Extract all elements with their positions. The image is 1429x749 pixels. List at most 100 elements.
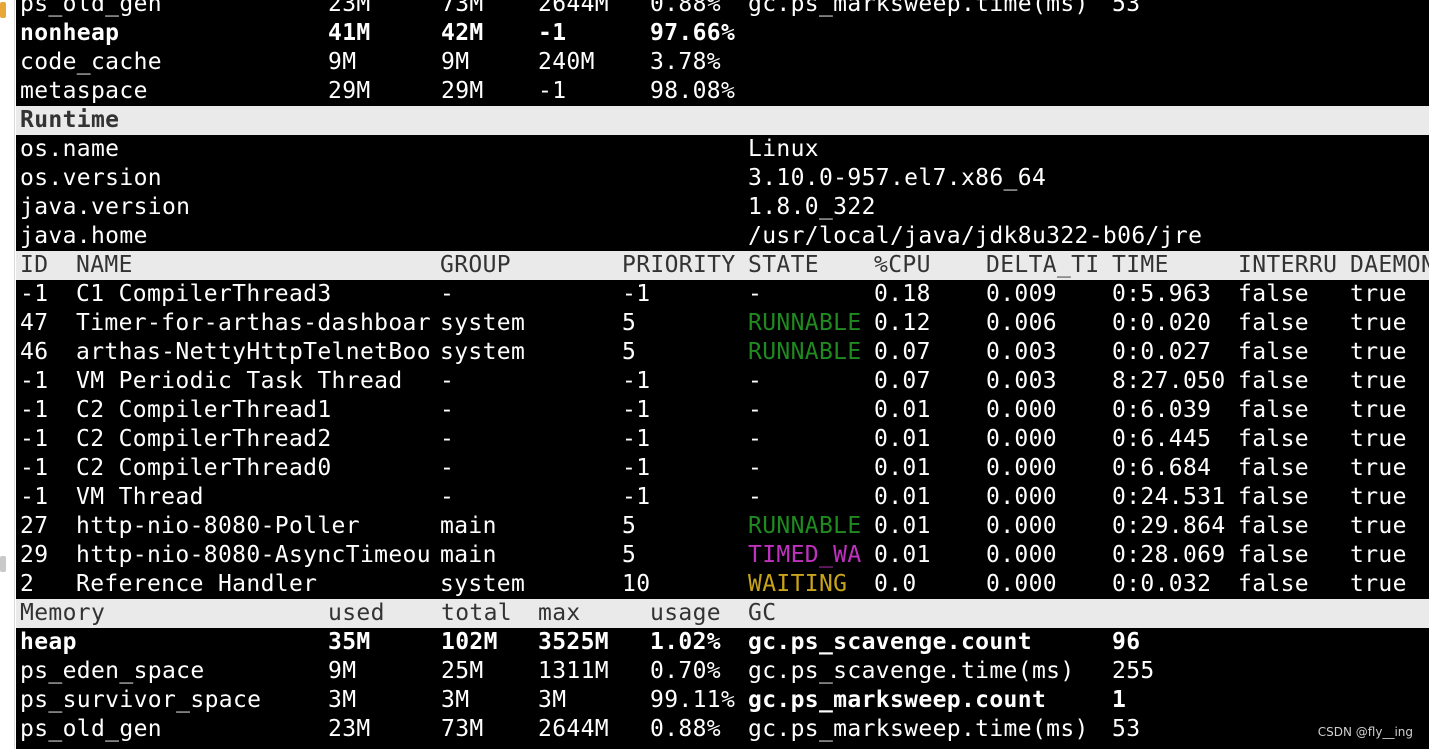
thread-state: RUNNABLE xyxy=(748,513,862,539)
gc-name: gc.ps_scavenge.count xyxy=(748,629,1032,655)
gc-value: 1 xyxy=(1112,687,1127,713)
thread-priority: -1 xyxy=(622,368,651,394)
thread-name: Reference Handler xyxy=(76,571,318,597)
thread-cpu: 0.01 xyxy=(874,484,931,510)
thread-priority: -1 xyxy=(622,426,651,452)
thread-group: system xyxy=(440,339,526,365)
memory-total: 3M xyxy=(441,687,470,713)
memory-total: 25M xyxy=(441,658,484,684)
thread-name: Timer-for-arthas-dashboar xyxy=(76,310,431,336)
col-name: NAME xyxy=(76,252,133,278)
thread-time: 0:0.027 xyxy=(1112,339,1212,365)
thread-priority: 5 xyxy=(622,542,637,568)
thread-cpu: 0.01 xyxy=(874,426,931,452)
thread-interrupted: false xyxy=(1238,368,1309,394)
thread-delta-time: 0.000 xyxy=(986,426,1057,452)
thread-priority: 5 xyxy=(622,513,637,539)
memory-row: ps_survivor_space 3M 3M 3M 99.11% gc.ps_… xyxy=(16,686,1429,715)
memory-usage: 3.78% xyxy=(650,49,721,75)
thread-delta-time: 0.003 xyxy=(986,368,1057,394)
gc-name: gc.ps_marksweep.time(ms) xyxy=(748,0,1089,17)
thread-priority: -1 xyxy=(622,281,651,307)
thread-time: 0:0.032 xyxy=(1112,571,1212,597)
thread-group: - xyxy=(440,455,455,481)
runtime-row: os.version 3.10.0-957.el7.x86_64 xyxy=(16,164,1429,193)
memory-usage: 97.66% xyxy=(650,20,736,46)
search-icon xyxy=(0,2,6,18)
thread-group: - xyxy=(440,281,455,307)
thread-daemon: true xyxy=(1350,339,1407,365)
memory-row: ps_eden_space 9M 25M 1311M 0.70% gc.ps_s… xyxy=(16,657,1429,686)
thread-state: RUNNABLE xyxy=(748,339,862,365)
thread-id: -1 xyxy=(20,426,49,452)
thread-delta-time: 0.003 xyxy=(986,339,1057,365)
thread-id: 29 xyxy=(20,542,49,568)
thread-name: C2 CompilerThread1 xyxy=(76,397,332,423)
thread-time: 0:6.039 xyxy=(1112,397,1212,423)
thread-group: - xyxy=(440,484,455,510)
thread-name: http-nio-8080-AsyncTimeou xyxy=(76,542,431,568)
thread-id: -1 xyxy=(20,484,49,510)
memory-row: nonheap 41M 42M -1 97.66% xyxy=(16,19,1429,48)
thread-daemon: true xyxy=(1350,281,1407,307)
thread-name: http-nio-8080-Poller xyxy=(76,513,360,539)
memory-used: 9M xyxy=(328,658,357,684)
memory-name: heap xyxy=(20,629,77,655)
thread-row: -1 C1 CompilerThread3 - -1 - 0.18 0.009 0:5.963… xyxy=(16,280,1429,309)
thread-time: 0:6.445 xyxy=(1112,426,1212,452)
thread-daemon: true xyxy=(1350,397,1407,423)
memory-used: 29M xyxy=(328,78,371,104)
thread-interrupted: false xyxy=(1238,281,1309,307)
gc-value: 255 xyxy=(1112,658,1155,684)
thread-state: - xyxy=(748,368,763,394)
memory-usage: 0.88% xyxy=(650,0,721,17)
memory-row: metaspace 29M 29M -1 98.08% xyxy=(16,77,1429,106)
col-total: total xyxy=(441,600,512,626)
thread-interrupted: false xyxy=(1238,484,1309,510)
col-max: max xyxy=(538,600,581,626)
runtime-row: os.name Linux xyxy=(16,135,1429,164)
thread-id: 2 xyxy=(20,571,35,597)
col-priority: PRIORITY xyxy=(622,252,736,278)
gc-value: 53 xyxy=(1112,0,1141,17)
gc-name: gc.ps_marksweep.count xyxy=(748,687,1047,713)
thread-time: 8:27.050 xyxy=(1112,368,1226,394)
left-window-edge xyxy=(0,0,15,749)
thread-time: 0:5.963 xyxy=(1112,281,1212,307)
memory-max: 3M xyxy=(538,687,567,713)
thread-state: - xyxy=(748,281,763,307)
thread-name: C2 CompilerThread2 xyxy=(76,426,332,452)
thread-state: TIMED_WA xyxy=(748,542,862,568)
thread-group: main xyxy=(440,542,497,568)
runtime-key: os.version xyxy=(20,165,162,191)
runtime-key: java.version xyxy=(20,194,191,220)
memory-name: nonheap xyxy=(20,20,120,46)
thread-priority: -1 xyxy=(622,484,651,510)
thread-cpu: 0.12 xyxy=(874,310,931,336)
thread-delta-time: 0.000 xyxy=(986,484,1057,510)
thread-id: -1 xyxy=(20,397,49,423)
thread-name: C1 CompilerThread3 xyxy=(76,281,332,307)
thread-name: VM Periodic Task Thread xyxy=(76,368,403,394)
thread-cpu: 0.07 xyxy=(874,368,931,394)
memory-usage: 1.02% xyxy=(650,629,721,655)
memory-usage: 0.70% xyxy=(650,658,721,684)
thread-row: 2 Reference Handler system 10 WAITING 0.0 0.00… xyxy=(16,570,1429,599)
col-group: GROUP xyxy=(440,252,511,278)
memory-used: 35M xyxy=(328,629,371,655)
memory-name: ps_old_gen xyxy=(20,0,162,17)
col-cpu: %CPU xyxy=(874,252,931,278)
thread-time: 0:6.684 xyxy=(1112,455,1212,481)
thread-group: - xyxy=(440,368,455,394)
thread-group: system xyxy=(440,310,526,336)
thread-state: WAITING xyxy=(748,571,848,597)
thread-row: -1 VM Thread - -1 - 0.01 0.000 0:24.531 false tru… xyxy=(16,483,1429,512)
thread-table-header: ID NAME GROUP PRIORITY STATE %CPU DELTA_… xyxy=(16,251,1429,280)
memory-name: ps_survivor_space xyxy=(20,687,262,713)
col-interrupted: INTERRU xyxy=(1238,252,1338,278)
terminal-dashboard[interactable]: ps_old_gen 23M 73M 2644M 0.88% gc.ps_mar… xyxy=(16,0,1429,749)
memory-max: 1311M xyxy=(538,658,609,684)
col-id: ID xyxy=(20,252,49,278)
thread-row: -1 C2 CompilerThread2 - -1 - 0.01 0.000 0:6.445… xyxy=(16,425,1429,454)
thread-group: system xyxy=(440,571,526,597)
